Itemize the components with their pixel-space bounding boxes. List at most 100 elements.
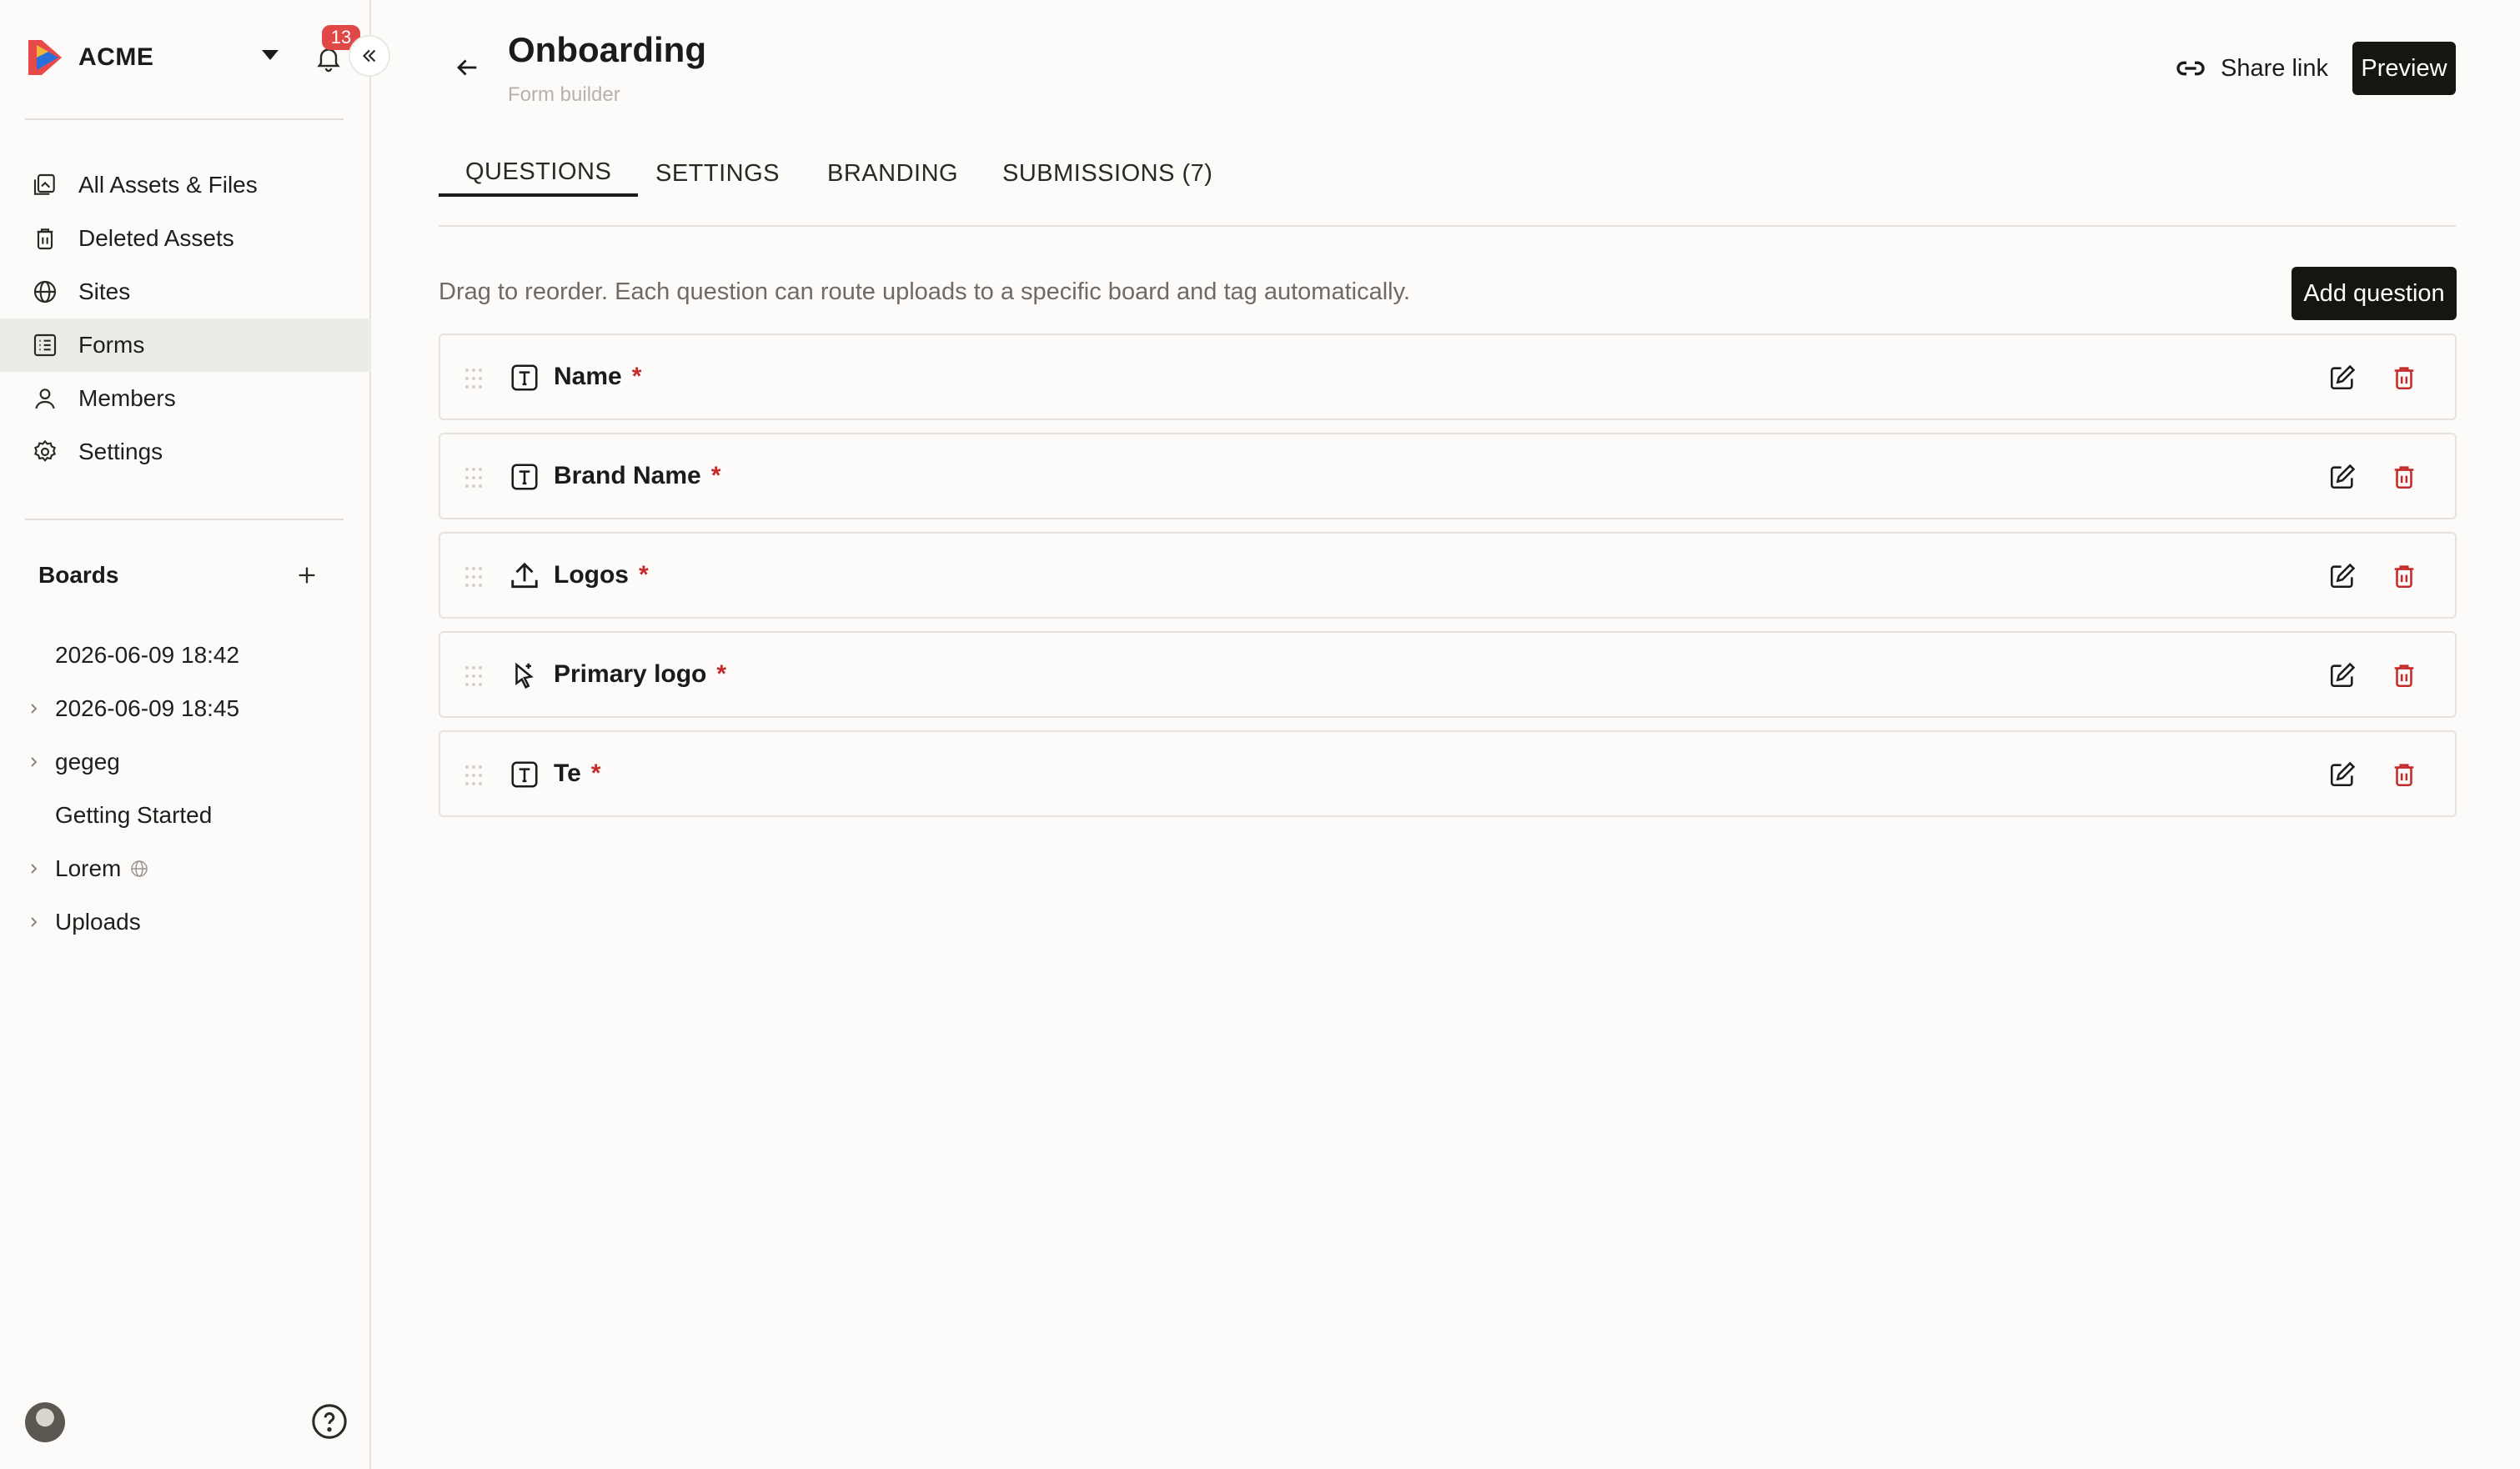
question-row[interactable]: Brand Name * <box>439 433 2457 519</box>
question-label: Name * <box>554 335 641 419</box>
nav-item-settings[interactable]: Settings <box>0 425 371 479</box>
question-row[interactable]: Name * <box>439 333 2457 420</box>
page-subtitle: Form builder <box>508 83 620 106</box>
workspace-name: ACME <box>78 43 154 71</box>
sidebar-nav: All Assets & Files Deleted Assets Sites … <box>0 158 371 479</box>
add-question-button[interactable]: Add question <box>2292 267 2457 320</box>
gear-icon <box>34 439 56 462</box>
main-content: Onboarding Form builder Share link Previ… <box>373 0 2520 1469</box>
chevron-right-icon[interactable] <box>28 860 40 877</box>
preview-button[interactable]: Preview <box>2352 42 2456 95</box>
required-marker: * <box>716 660 727 688</box>
nav-item-all-assets[interactable]: All Assets & Files <box>0 158 371 212</box>
edit-icon[interactable] <box>2328 760 2357 789</box>
board-item[interactable]: Uploads <box>0 895 371 949</box>
question-title: Primary logo <box>554 660 707 688</box>
back-arrow-icon[interactable] <box>453 53 481 82</box>
link-icon <box>2176 61 2205 76</box>
nav-item-forms[interactable]: Forms <box>0 318 371 372</box>
edit-icon[interactable] <box>2328 661 2357 689</box>
question-title: Name <box>554 363 622 390</box>
board-item[interactable]: 2026-06-09 18:42 <box>0 629 371 682</box>
board-item[interactable]: 2026-06-09 18:45 <box>0 682 371 735</box>
globe-icon <box>33 280 57 303</box>
drag-handle-icon[interactable] <box>460 762 487 789</box>
question-row[interactable]: Logos * <box>439 532 2457 619</box>
user-icon <box>35 389 55 409</box>
delete-icon[interactable] <box>2390 760 2418 789</box>
collapse-sidebar-button[interactable] <box>349 35 390 77</box>
board-label: Getting Started <box>55 802 213 828</box>
question-title: Brand Name <box>554 462 701 489</box>
tab-questions[interactable]: QUESTIONS <box>439 150 639 197</box>
delete-icon[interactable] <box>2390 562 2418 590</box>
chevrons-left-icon <box>362 49 376 63</box>
nav-label: Settings <box>78 439 163 464</box>
text-field-icon <box>511 761 538 788</box>
question-row[interactable]: Te * <box>439 730 2457 817</box>
chevron-right-icon[interactable] <box>28 914 40 930</box>
drag-handle-icon[interactable] <box>460 365 487 392</box>
nav-item-members[interactable]: Members <box>0 372 371 425</box>
required-marker: * <box>710 462 721 489</box>
divider <box>25 118 344 120</box>
board-item[interactable]: Getting Started <box>0 789 371 842</box>
workspace-switcher[interactable]: ACME <box>25 37 342 78</box>
form-icon <box>33 333 57 357</box>
tab-submissions[interactable]: SUBMISSIONS (7) <box>1002 150 1212 197</box>
boards-title: Boards <box>38 562 119 588</box>
drag-handle-icon[interactable] <box>460 663 487 689</box>
add-board-icon[interactable] <box>295 564 319 587</box>
board-label: 2026-06-09 18:45 <box>55 695 240 721</box>
delete-icon[interactable] <box>2390 363 2418 392</box>
help-icon[interactable] <box>310 1402 349 1441</box>
nav-label: Deleted Assets <box>78 225 234 251</box>
question-row[interactable]: Primary logo * <box>439 631 2457 718</box>
tab-settings[interactable]: SETTINGS <box>655 150 780 197</box>
question-label: Primary logo * <box>554 633 726 716</box>
pointer-select-icon <box>515 662 534 689</box>
upload-icon <box>511 562 538 589</box>
question-label: Te * <box>554 732 600 815</box>
share-link-label: Share link <box>2221 54 2328 82</box>
divider <box>25 519 344 520</box>
reorder-hint: Drag to reorder. Each question can route… <box>439 278 1410 305</box>
sidebar: ACME 13 All Assets & Files Deleted Asset… <box>0 0 390 1469</box>
text-field-icon <box>511 364 538 391</box>
public-globe-icon <box>131 860 148 877</box>
edit-icon[interactable] <box>2328 363 2357 392</box>
drag-handle-icon[interactable] <box>460 464 487 491</box>
board-label: gegeg <box>55 749 120 775</box>
drag-handle-icon[interactable] <box>460 564 487 590</box>
text-field-icon <box>511 464 538 490</box>
nav-label: Forms <box>78 332 145 358</box>
nav-label: Members <box>78 385 176 411</box>
board-item[interactable]: Lorem <box>0 842 371 895</box>
page-title: Onboarding <box>508 30 706 69</box>
board-label: Lorem <box>55 855 122 881</box>
chevron-right-icon[interactable] <box>28 700 40 717</box>
edit-icon[interactable] <box>2328 562 2357 590</box>
edit-icon[interactable] <box>2328 463 2357 491</box>
form-tabs: QUESTIONS SETTINGS BRANDING SUBMISSIONS … <box>439 150 2456 227</box>
required-marker: * <box>631 363 642 390</box>
board-label: Uploads <box>55 909 141 935</box>
avatar[interactable] <box>25 1402 65 1442</box>
tab-branding[interactable]: BRANDING <box>827 150 958 197</box>
board-label: 2026-06-09 18:42 <box>55 642 240 668</box>
question-title: Te <box>554 760 581 787</box>
share-link-button[interactable]: Share link <box>2174 50 2328 87</box>
required-marker: * <box>639 561 649 589</box>
trash-icon <box>37 228 53 250</box>
nav-item-deleted-assets[interactable]: Deleted Assets <box>0 212 371 265</box>
nav-item-sites[interactable]: Sites <box>0 265 371 318</box>
assets-icon <box>33 173 55 195</box>
question-label: Brand Name * <box>554 434 720 518</box>
question-title: Logos <box>554 561 629 589</box>
board-item[interactable]: gegeg <box>0 735 371 789</box>
chevron-right-icon[interactable] <box>28 754 40 770</box>
delete-icon[interactable] <box>2390 661 2418 689</box>
delete-icon[interactable] <box>2390 463 2418 491</box>
caret-down-icon <box>262 50 279 60</box>
acme-logo-icon <box>28 40 62 75</box>
